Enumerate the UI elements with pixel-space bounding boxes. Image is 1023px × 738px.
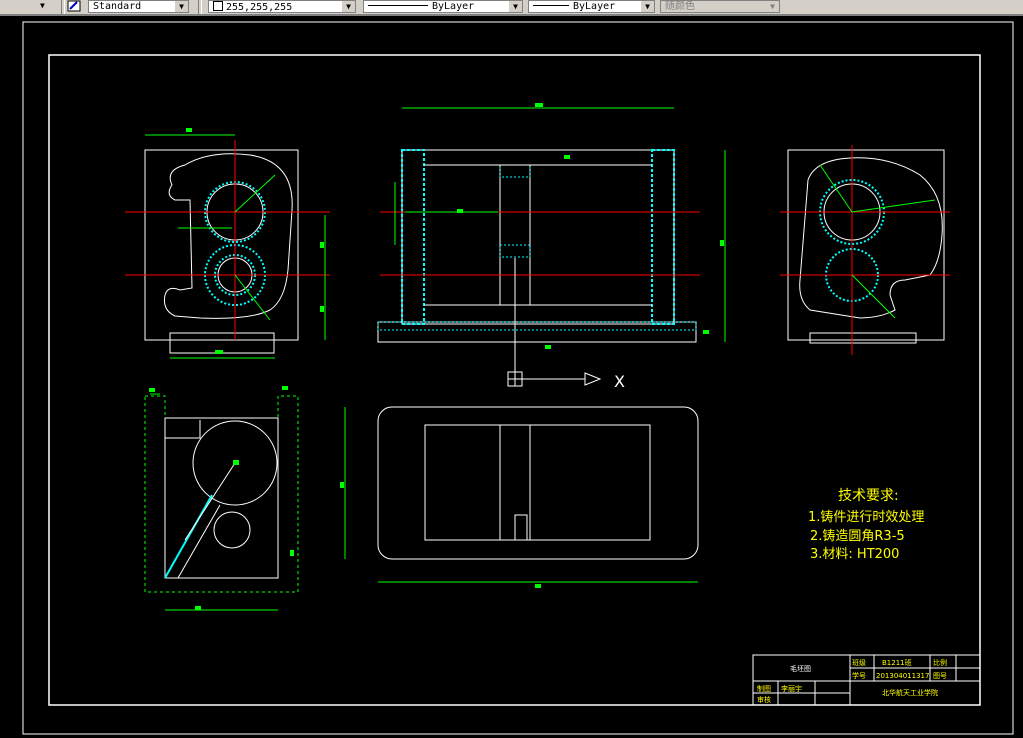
linetype-value: ByLayer [432, 1, 475, 12]
plotstyle-value: 随颜色 [665, 1, 695, 12]
color-swatch-icon [213, 1, 223, 11]
chevron-down-icon[interactable]: ▼ [509, 1, 522, 12]
class-label: 班级 [852, 658, 866, 667]
drawn-label: 制图 [757, 684, 771, 693]
drawing-outer-border [22, 21, 1014, 735]
school-name: 北华航天工业学院 [882, 688, 938, 697]
plotstyle-select: 随颜色 ▼ [660, 0, 780, 13]
student-id-label: 学号 [852, 671, 866, 680]
drawn-value: 李丽宇 [781, 684, 802, 693]
color-select[interactable]: 255,255,255 ▼ [208, 0, 356, 13]
front-section-view [377, 103, 726, 349]
chevron-down-icon: ▼ [766, 1, 779, 12]
lineweight-select[interactable]: ByLayer ▼ [528, 0, 655, 13]
text-style-icon[interactable] [67, 0, 83, 13]
chevron-down-icon[interactable]: ▼ [342, 1, 355, 12]
left-side-view [125, 128, 330, 359]
linetype-preview-icon [368, 5, 428, 6]
text-style-select[interactable]: Standard ▼ [88, 0, 189, 13]
color-value: 255,255,255 [226, 2, 293, 13]
technical-requirements: 技术要求: 1.铸件进行时效处理 2.铸造圆角R3-5 3.材料: HT200 [808, 488, 924, 562]
class-value: B1211班 [882, 658, 912, 667]
student-id-value: 201304011317 [876, 672, 929, 680]
drawing-no-label: 图号 [933, 672, 947, 680]
drawing-canvas[interactable]: X 技术要求: 1.铸件进行时效处理 2.铸造圆角R3-5 3.材料: HT20… [0, 16, 1023, 738]
toolbar-separator [198, 0, 202, 14]
title-block: 毛坯图 班级 B1211班 比例 学号 201304011317 图号 制图 李… [752, 654, 981, 706]
ucs-x-label: X [614, 372, 625, 391]
lineweight-preview-icon [533, 5, 569, 6]
chevron-down-icon[interactable]: ▼ [175, 1, 188, 12]
toolbar-separator [61, 0, 65, 14]
chevron-down-icon[interactable]: ▼ [641, 1, 654, 12]
properties-toolbar: ▼ Standard ▼ 255,255,255 ▼ ByLayer ▼ ByL… [0, 0, 1023, 16]
right-side-view [780, 145, 950, 355]
bottom-section-view [144, 386, 299, 611]
linetype-select[interactable]: ByLayer ▼ [363, 0, 523, 13]
lineweight-value: ByLayer [573, 1, 616, 12]
ucs-icon[interactable]: X [507, 345, 625, 391]
top-view [340, 406, 699, 588]
part-name: 毛坯图 [790, 664, 811, 673]
scale-label: 比例 [933, 658, 947, 667]
tech-requirement-item: 3.材料: HT200 [810, 547, 899, 562]
text-style-value: Standard [93, 1, 142, 12]
tech-requirement-item: 1.铸件进行时效处理 [808, 509, 924, 525]
tech-requirements-title: 技术要求: [838, 488, 899, 504]
dropdown-arrow[interactable]: ▼ [40, 0, 58, 13]
checked-label: 审核 [757, 695, 771, 704]
tech-requirement-item: 2.铸造圆角R3-5 [810, 528, 905, 544]
